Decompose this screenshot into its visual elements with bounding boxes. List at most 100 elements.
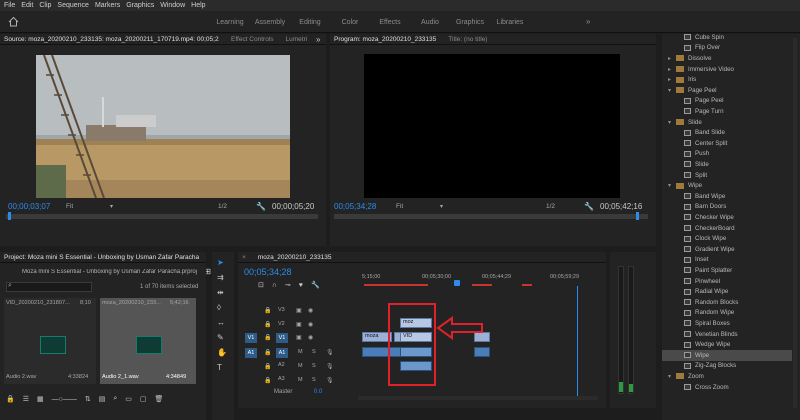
lock-icon[interactable]: 🔒 [264,307,271,314]
linked-icon[interactable]: ⊸ [285,281,291,289]
ws-tab-assembly[interactable]: Assembly [250,19,290,26]
ws-tab-libraries[interactable]: Libraries [490,19,530,26]
ws-tab-editing[interactable]: Editing [290,19,330,26]
lock-icon[interactable]: 🔒 [264,334,271,341]
effects-tree-item[interactable]: Cross Zoom [662,382,729,393]
program-playhead[interactable] [636,212,639,220]
effects-tree-item[interactable]: Band Wipe [662,191,725,202]
effects-tree-item[interactable]: CheckerBoard [662,223,735,234]
track-select-tool-icon[interactable]: ⇉ [217,273,227,282]
effects-tree-item[interactable]: Clock Wipe [662,233,726,244]
track-label-v2[interactable]: V2 [278,321,285,327]
source-patch-v1[interactable]: V1 [245,333,257,343]
effects-tree-item[interactable]: Zig-Zag Blocks [662,361,736,372]
trash-icon[interactable]: 🗑 [155,395,164,403]
effects-tree-item[interactable]: ▾ Slide [662,117,702,128]
source-playhead[interactable] [8,212,11,220]
mic-icon[interactable]: 🎙 [326,363,334,370]
effects-tree-item[interactable]: ▾ Wipe [662,180,702,191]
hand-tool-icon[interactable]: ✋ [217,348,227,357]
effects-tree-item[interactable]: Venetian Blinds [662,329,738,340]
effects-tree-item[interactable]: Random Wipe [662,308,734,319]
effects-tree-item[interactable]: Random Blocks [662,297,738,308]
source-patch-a1[interactable]: A1 [245,348,257,358]
effects-tree-item[interactable]: Gradient Wipe [662,244,735,255]
solo-button[interactable]: S [312,349,316,355]
track-label-a1[interactable]: A1 [276,348,288,358]
home-icon[interactable] [8,16,19,27]
ws-tab-graphics[interactable]: Graphics [450,19,490,26]
chevron-down-icon[interactable]: ▾ [668,119,676,126]
effects-tree-item[interactable]: Band Slide [662,127,725,138]
tab-program[interactable]: Program: moza_20200210_233135 [334,36,436,43]
menu-window[interactable]: Window [160,2,185,9]
eye-icon[interactable]: ◉ [308,321,313,328]
lock-icon[interactable]: 🔒 [6,395,15,403]
audio-clip[interactable] [474,347,490,357]
menu-sequence[interactable]: Sequence [57,2,89,9]
menu-clip[interactable]: Clip [39,2,51,9]
type-tool-icon[interactable]: T [217,363,227,372]
effects-tree-item[interactable]: Barn Doors [662,202,726,213]
add-marker-icon[interactable]: ♥ [299,282,303,289]
ws-tab-color[interactable]: Color [330,19,370,26]
track-area[interactable]: moza moz VID [358,303,598,394]
source-timecode[interactable]: 00;00;03;07 [8,202,50,211]
timeline-timecode[interactable]: 00;05;34;28 [244,267,292,277]
chevron-down-icon[interactable]: ▾ [668,373,676,380]
menu-file[interactable]: File [4,2,15,9]
ws-tab-learning[interactable]: Learning [210,19,250,26]
chevron-down-icon[interactable]: ▾ [668,87,676,94]
chevron-down-icon[interactable]: ▾ [668,182,676,189]
tab-project[interactable]: Project: Moza mini S Essential - Unboxin… [4,254,199,261]
panel-overflow-icon[interactable]: » [316,35,320,44]
eye-icon[interactable]: ◉ [308,307,313,314]
ws-tab-audio[interactable]: Audio [410,19,450,26]
effects-tree-item[interactable]: Center Split [662,138,727,149]
effects-tree-item[interactable]: Split [662,170,707,181]
sync-lock-icon[interactable]: ▣ [296,334,302,341]
mute-button[interactable]: M [298,363,303,369]
icon-view-icon[interactable]: ▦ [37,395,44,403]
tab-lumetri[interactable]: Lumetri [286,36,308,43]
project-item[interactable]: moza_20200210_233... 5;42;16 Audio 2_1.w… [100,298,196,384]
project-search-input[interactable] [6,282,92,292]
effects-tree-item[interactable]: Spiral Boxes [662,318,730,329]
mic-icon[interactable]: 🎙 [326,377,334,384]
timeline-scrollbar[interactable] [358,396,598,400]
tab-sequence[interactable]: moza_20200210_233135 [258,254,332,261]
tab-title[interactable]: Title: (no title) [448,36,487,43]
effects-tree-item[interactable]: Page Peel [662,96,724,107]
effects-tree-item[interactable]: Page Turn [662,106,724,117]
track-label-v3[interactable]: V3 [278,307,285,313]
effects-tree-item[interactable]: Wipe [662,350,792,361]
effects-tree-item[interactable]: ▸ Iris [662,74,696,85]
effects-tree-item[interactable]: ▾ Zoom [662,371,704,382]
sync-lock-icon[interactable]: ▣ [296,307,302,314]
mute-button[interactable]: M [298,349,303,355]
source-fit-select[interactable]: Fit [66,203,73,210]
timeline-ruler[interactable]: 5;15;00 00;05;30;00 00;05;44;29 00;05;59… [356,272,602,288]
list-view-icon[interactable]: ☰ [23,395,29,403]
menu-help[interactable]: Help [191,2,205,9]
effects-tree-item[interactable]: ▸ Dissolve [662,53,711,64]
close-icon[interactable]: × [242,254,246,261]
chevron-right-icon[interactable]: ▸ [668,55,676,62]
lock-icon[interactable]: 🔒 [264,377,271,384]
track-label-a3[interactable]: A3 [278,376,285,382]
effects-tree-item[interactable]: ▸ Immersive Video [662,64,734,75]
workspace-overflow-icon[interactable]: » [586,17,590,26]
lock-icon[interactable]: 🔒 [264,363,271,370]
slip-tool-icon[interactable]: ↔ [217,318,227,327]
effects-tree-item[interactable]: Checker Wipe [662,212,734,223]
effects-tree-item[interactable]: Pinwheel [662,276,720,287]
menu-graphics[interactable]: Graphics [126,2,154,9]
settings-icon[interactable]: 🔧 [311,281,320,289]
mic-icon[interactable]: 🎙 [326,349,334,356]
selection-tool-icon[interactable]: ➤ [217,258,227,267]
source-scrub-bar[interactable] [6,214,318,219]
automate-icon[interactable]: ▤ [99,395,106,403]
ws-tab-effects[interactable]: Effects [370,19,410,26]
solo-button[interactable]: S [312,363,316,369]
zoom-slider[interactable]: —○—— [52,396,77,403]
